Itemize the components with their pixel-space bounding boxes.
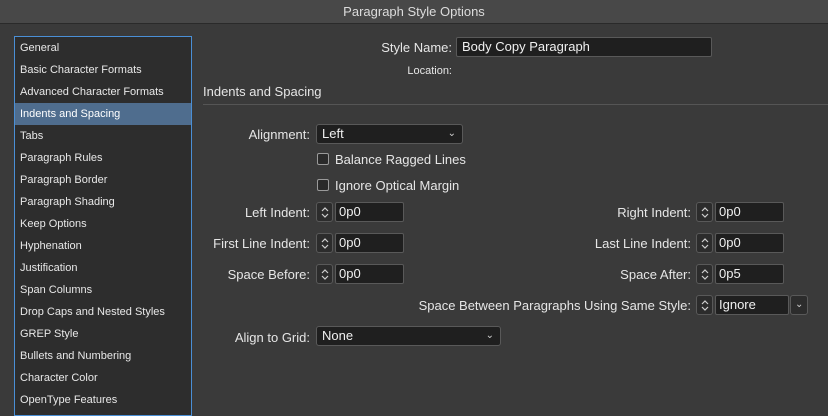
- alignment-value: Left: [322, 126, 344, 141]
- left-indent-input[interactable]: 0p0: [335, 202, 404, 222]
- stepper-arrows-icon[interactable]: [316, 264, 333, 284]
- stepper-arrows-icon[interactable]: [316, 233, 333, 253]
- sidebar-item-drop-caps[interactable]: Drop Caps and Nested Styles: [15, 301, 191, 323]
- sidebar-item-paragraph-shading[interactable]: Paragraph Shading: [15, 191, 191, 213]
- chevron-down-icon: ⌄: [485, 330, 494, 341]
- first-line-indent-label: First Line Indent:: [213, 236, 310, 251]
- sidebar-item-indents-and-spacing[interactable]: Indents and Spacing: [15, 103, 191, 125]
- left-indent-stepper[interactable]: 0p0: [316, 202, 404, 222]
- sidebar-item-basic-character-formats[interactable]: Basic Character Formats: [15, 59, 191, 81]
- space-after-input[interactable]: 0p5: [715, 264, 784, 284]
- style-name-label: Style Name:: [381, 40, 452, 55]
- balance-ragged-lines-checkbox[interactable]: [317, 153, 329, 165]
- first-line-indent-stepper[interactable]: 0p0: [316, 233, 404, 253]
- right-indent-label: Right Indent:: [617, 205, 691, 220]
- balance-ragged-lines-label: Balance Ragged Lines: [335, 152, 466, 167]
- sidebar-item-paragraph-border[interactable]: Paragraph Border: [15, 169, 191, 191]
- space-between-dropdown-button[interactable]: ⌄: [790, 295, 808, 315]
- chevron-down-icon: ⌄: [795, 299, 804, 310]
- section-title: Indents and Spacing: [203, 84, 322, 99]
- sidebar-item-general[interactable]: General: [15, 37, 191, 59]
- space-before-stepper[interactable]: 0p0: [316, 264, 404, 284]
- sidebar-item-bullets-and-numbering[interactable]: Bullets and Numbering: [15, 345, 191, 367]
- space-between-input[interactable]: Ignore: [715, 295, 789, 315]
- left-indent-label: Left Indent:: [244, 205, 310, 220]
- last-line-indent-stepper[interactable]: 0p0: [696, 233, 784, 253]
- window-title: Paragraph Style Options: [0, 0, 828, 24]
- space-after-stepper[interactable]: 0p5: [696, 264, 784, 284]
- sidebar-item-advanced-character-formats[interactable]: Advanced Character Formats: [15, 81, 191, 103]
- space-between-combo[interactable]: Ignore ⌄: [696, 295, 808, 315]
- section-divider: [203, 104, 828, 105]
- stepper-arrows-icon[interactable]: [696, 202, 713, 222]
- chevron-down-icon: ⌄: [447, 128, 456, 139]
- space-before-label: Space Before:: [227, 267, 310, 282]
- category-list[interactable]: General Basic Character Formats Advanced…: [14, 36, 192, 416]
- stepper-arrows-icon[interactable]: [316, 202, 333, 222]
- align-to-grid-label: Align to Grid:: [234, 330, 310, 345]
- space-after-label: Space After:: [620, 267, 691, 282]
- location-label: Location:: [407, 65, 452, 77]
- ignore-optical-margin-label: Ignore Optical Margin: [335, 178, 460, 193]
- sidebar-item-grep-style[interactable]: GREP Style: [15, 323, 191, 345]
- align-to-grid-select[interactable]: None ⌄: [316, 326, 501, 346]
- alignment-select[interactable]: Left ⌄: [316, 124, 463, 144]
- sidebar-item-character-color[interactable]: Character Color: [15, 367, 191, 389]
- space-between-label: Space Between Paragraphs Using Same Styl…: [418, 298, 691, 313]
- right-indent-input[interactable]: 0p0: [715, 202, 784, 222]
- stepper-arrows-icon[interactable]: [696, 233, 713, 253]
- sidebar-item-tabs[interactable]: Tabs: [15, 125, 191, 147]
- sidebar-item-justification[interactable]: Justification: [15, 257, 191, 279]
- sidebar-item-keep-options[interactable]: Keep Options: [15, 213, 191, 235]
- stepper-arrows-icon[interactable]: [696, 295, 713, 315]
- first-line-indent-input[interactable]: 0p0: [335, 233, 404, 253]
- sidebar-item-hyphenation[interactable]: Hyphenation: [15, 235, 191, 257]
- last-line-indent-label: Last Line Indent:: [594, 236, 691, 251]
- style-name-input[interactable]: Body Copy Paragraph: [456, 37, 712, 57]
- right-indent-stepper[interactable]: 0p0: [696, 202, 784, 222]
- last-line-indent-input[interactable]: 0p0: [715, 233, 784, 253]
- sidebar-item-opentype-features[interactable]: OpenType Features: [15, 389, 191, 411]
- stepper-arrows-icon[interactable]: [696, 264, 713, 284]
- sidebar-item-span-columns[interactable]: Span Columns: [15, 279, 191, 301]
- sidebar-item-paragraph-rules[interactable]: Paragraph Rules: [15, 147, 191, 169]
- ignore-optical-margin-checkbox[interactable]: [317, 179, 329, 191]
- alignment-label: Alignment:: [248, 127, 310, 142]
- space-before-input[interactable]: 0p0: [335, 264, 404, 284]
- align-to-grid-value: None: [322, 328, 354, 343]
